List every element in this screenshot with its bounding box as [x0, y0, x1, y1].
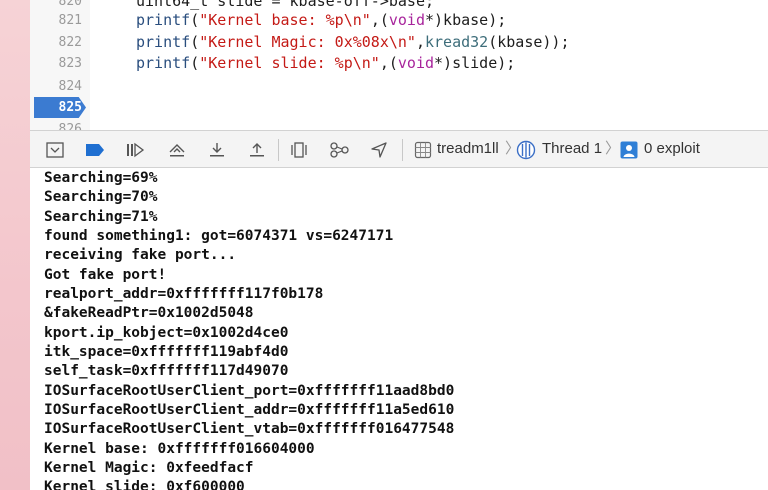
- process-icon-wrap: [412, 139, 434, 161]
- hide-debug-area-icon: [46, 142, 64, 158]
- code-line-826[interactable]: 826: [30, 119, 768, 130]
- console-output[interactable]: Searching=69% Searching=70% Searching=71…: [30, 168, 768, 490]
- current-line-indicator[interactable]: 825: [34, 97, 86, 118]
- breadcrumb-frame[interactable]: 0 exploit: [644, 131, 700, 167]
- memory-graph-icon: [328, 141, 350, 159]
- location-arrow-icon: [370, 141, 388, 159]
- console-line: Searching=71%: [44, 209, 158, 225]
- console-line: &fakeReadPtr=0x1002d5048: [44, 305, 254, 321]
- thread-icon: [516, 140, 536, 160]
- console-line: IOSurfaceRootUserClient_port=0xfffffff11…: [44, 383, 455, 399]
- line-number: 824: [58, 79, 82, 94]
- code-line-822[interactable]: 822 printf("Kernel Magic: 0x%08x\n",krea…: [30, 32, 768, 53]
- console-line: Searching=69%: [44, 170, 158, 186]
- step-out-button[interactable]: [246, 139, 268, 161]
- frame-icon-wrap: [618, 139, 640, 161]
- console-line: Kernel slide: 0xf600000: [44, 479, 245, 490]
- console-line: receiving fake port...: [44, 247, 237, 263]
- console-line: Searching=70%: [44, 189, 158, 205]
- thread-icon-wrap: [515, 139, 537, 161]
- console-line: self_task=0xfffffff117d49070: [44, 363, 289, 379]
- code-text: printf("Kernel Magic: 0x%08x\n",kread32(…: [136, 33, 570, 51]
- console-line: Got fake port!: [44, 267, 167, 283]
- code-line-824[interactable]: 824: [30, 76, 768, 97]
- step-into-icon: [208, 141, 226, 159]
- continue-icon: [125, 142, 145, 158]
- code-line-823[interactable]: 823 printf("Kernel slide: %p\n",(void*)s…: [30, 53, 768, 74]
- console-line: Kernel Magic: 0xfeedfacf: [44, 460, 254, 476]
- memory-graph-button[interactable]: [328, 139, 350, 161]
- code-text: printf("Kernel base: %p\n",(void*)kbase)…: [136, 11, 507, 29]
- console-line: IOSurfaceRootUserClient_addr=0xfffffff11…: [44, 402, 455, 418]
- line-number: 826: [58, 122, 82, 130]
- code-text: printf("Kernel slide: %p\n",(void*)slide…: [136, 54, 516, 72]
- breadcrumb-process[interactable]: treadm1ll: [437, 131, 499, 167]
- console-line: realport_addr=0xfffffff117f0b178: [44, 286, 324, 302]
- view-hierarchy-icon: [289, 141, 309, 159]
- user-frame-icon: [620, 141, 638, 159]
- step-over-button[interactable]: [166, 139, 188, 161]
- process-grid-icon: [414, 141, 432, 159]
- line-number: 821: [58, 13, 82, 28]
- source-editor[interactable]: 820 uint64_t slide = kbase-off->base; 82…: [30, 0, 768, 130]
- console-line: itk_space=0xfffffff119abf4d0: [44, 344, 289, 360]
- line-number: 822: [58, 35, 82, 50]
- debug-bar: treadm1ll 〉 Thread 1 〉 0 exploit: [30, 130, 768, 168]
- toolbar-separator: [278, 139, 279, 161]
- line-number: 825: [58, 100, 82, 115]
- continue-button[interactable]: [124, 139, 146, 161]
- simulate-location-button[interactable]: [368, 139, 390, 161]
- console-line: kport.ip_kobject=0x1002d4ce0: [44, 325, 289, 341]
- breakpoint-icon: [85, 143, 105, 157]
- window-edge-strip: [0, 0, 30, 490]
- line-number: 823: [58, 56, 82, 71]
- toolbar-separator: [402, 139, 403, 161]
- step-over-icon: [167, 141, 187, 159]
- step-into-button[interactable]: [206, 139, 228, 161]
- code-line-825[interactable]: 825: [30, 97, 768, 118]
- breadcrumb-thread[interactable]: Thread 1: [542, 131, 602, 167]
- step-out-icon: [248, 141, 266, 159]
- console-line: IOSurfaceRootUserClient_vtab=0xfffffff01…: [44, 421, 455, 437]
- hide-debug-area-button[interactable]: [44, 139, 66, 161]
- console-line: Kernel base: 0xfffffff016604000: [44, 441, 315, 457]
- console-line: found something1: got=6074371 vs=6247171: [44, 228, 394, 244]
- breakpoints-toggle-button[interactable]: [84, 139, 106, 161]
- code-line-821[interactable]: 821 printf("Kernel base: %p\n",(void*)kb…: [30, 10, 768, 31]
- view-debugger-button[interactable]: [288, 139, 310, 161]
